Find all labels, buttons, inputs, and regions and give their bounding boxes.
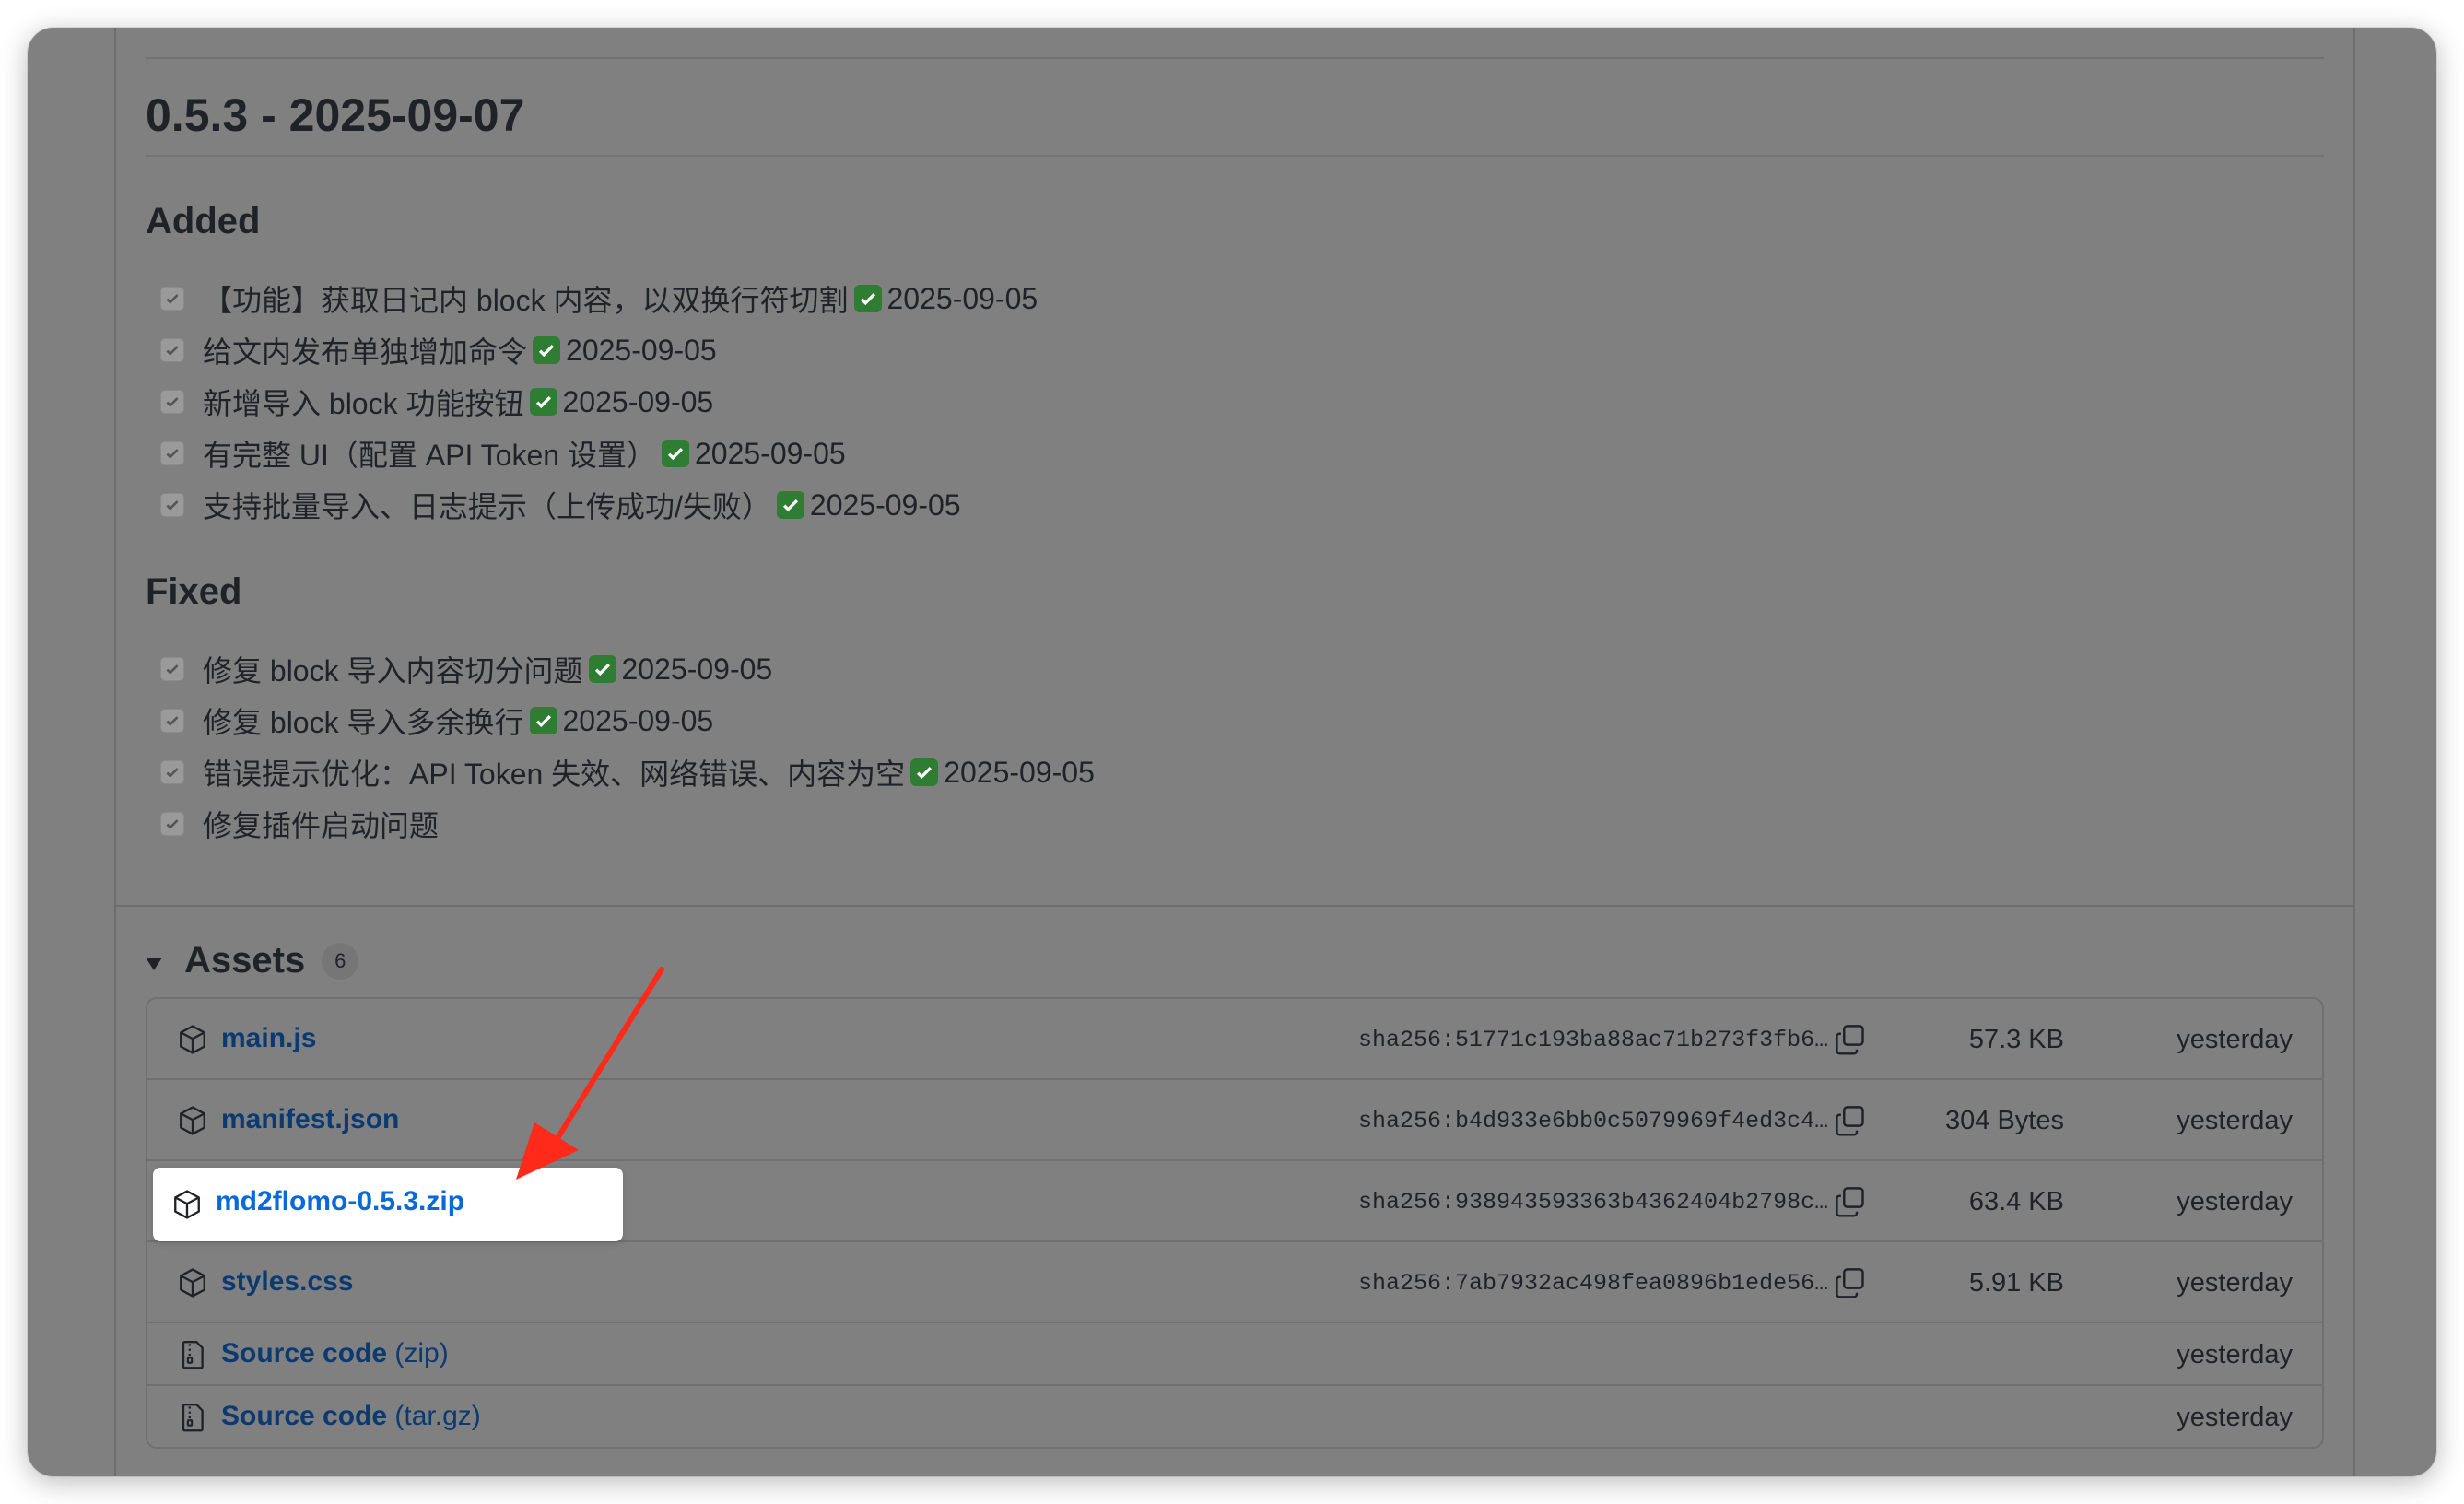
asset-link[interactable]: manifest.json [221, 1104, 399, 1135]
checkbox[interactable] [160, 760, 184, 784]
checkbox[interactable] [160, 493, 184, 517]
top-divider [146, 57, 2324, 59]
asset-link[interactable]: Source code (zip) [221, 1338, 449, 1369]
package-icon [180, 1106, 205, 1135]
copy-icon[interactable] [1834, 1104, 1867, 1137]
asset-link[interactable]: Source code (tar.gz) [221, 1401, 481, 1432]
package-icon [180, 1268, 205, 1298]
assets-toggle[interactable]: Assets 6 [146, 940, 359, 981]
task-date: 2025-09-05 [562, 703, 714, 737]
asset-row: Source code (tar.gz) yesterday [147, 1386, 2322, 1449]
task-date: 2025-09-05 [809, 488, 961, 522]
added-task-list: 【功能】获取日记内 block 内容，以双换行符切割 2025-09-05 给文… [160, 273, 1038, 531]
task-date: 2025-09-05 [694, 436, 846, 470]
asset-date: yesterday [2177, 1268, 2293, 1298]
asset-date: yesterday [2177, 1403, 2293, 1432]
release-version-heading: 0.5.3 - 2025-09-07 [146, 89, 525, 141]
task-text: 新增导入 block 功能按钮 [203, 387, 524, 420]
checkbox[interactable] [160, 812, 184, 836]
disclosure-triangle-icon [146, 957, 162, 970]
section-heading-fixed: Fixed [146, 571, 242, 612]
heading-divider [146, 155, 2324, 157]
copy-icon[interactable] [1834, 1185, 1867, 1218]
asset-size: 63.4 KB [1968, 1187, 2064, 1216]
checkbox[interactable] [160, 287, 184, 311]
package-icon [180, 1025, 205, 1054]
check-mark-icon [533, 336, 561, 364]
task-item: 修复插件启动问题 [160, 798, 1095, 850]
asset-link[interactable]: styles.css [221, 1266, 353, 1298]
asset-row: manifest.json sha256:b4d933e6bb0c5079969… [147, 1080, 2322, 1161]
task-item: 支持批量导入、日志提示（上传成功/失败） 2025-09-05 [160, 479, 1038, 531]
checkbox[interactable] [160, 657, 184, 681]
file-zip-icon [182, 1341, 204, 1369]
task-item: 修复 block 导入多余换行 2025-09-05 [160, 695, 1095, 746]
task-text: 修复 block 导入内容切分问题 [203, 654, 583, 687]
task-item: 修复 block 导入内容切分问题 2025-09-05 [160, 643, 1095, 695]
source-code-format: (zip) [394, 1338, 449, 1369]
asset-size: 304 Bytes [1945, 1106, 2064, 1135]
task-date: 2025-09-05 [886, 281, 1038, 315]
task-date: 2025-09-05 [566, 333, 717, 367]
source-code-label: Source code [221, 1338, 388, 1369]
source-code-label: Source code [221, 1401, 388, 1431]
fixed-task-list: 修复 block 导入内容切分问题 2025-09-05 修复 block 导入… [160, 643, 1095, 850]
asset-link-zip[interactable]: md2flomo-0.5.3.zip [216, 1186, 464, 1217]
source-code-format: (tar.gz) [394, 1401, 481, 1431]
asset-hash: sha256:51771c193ba88ac71b273f3fb6… [1358, 1027, 1829, 1053]
task-item: 给文内发布单独增加命令 2025-09-05 [160, 324, 1038, 376]
file-zip-icon [182, 1404, 204, 1432]
checkbox[interactable] [160, 338, 184, 362]
assets-title: Assets [184, 940, 306, 981]
task-item: 新增导入 block 功能按钮 2025-09-05 [160, 376, 1038, 428]
check-mark-icon [588, 655, 616, 683]
task-date: 2025-09-05 [944, 755, 1095, 789]
task-text: 修复 block 导入多余换行 [203, 706, 524, 739]
asset-date: yesterday [2177, 1025, 2293, 1054]
release-panel: 0.5.3 - 2025-09-07 Added 【功能】获取日记内 block… [114, 28, 2355, 1476]
checkbox[interactable] [160, 709, 184, 733]
task-item: 错误提示优化：API Token 失效、网络错误、内容为空 2025-09-05 [160, 746, 1095, 798]
asset-size: 57.3 KB [1968, 1025, 2064, 1054]
task-item: 有完整 UI（配置 API Token 设置） 2025-09-05 [160, 428, 1038, 479]
asset-row: main.js sha256:51771c193ba88ac71b273f3fb… [147, 999, 2322, 1080]
task-date: 2025-09-05 [621, 652, 773, 686]
task-item: 【功能】获取日记内 block 内容，以双换行符切割 2025-09-05 [160, 273, 1038, 324]
task-text: 有完整 UI（配置 API Token 设置） [203, 439, 656, 472]
check-mark-icon [661, 440, 689, 467]
asset-row: styles.css sha256:7ab7932ac498fea0896b1e… [147, 1242, 2322, 1323]
asset-date: yesterday [2177, 1106, 2293, 1135]
task-text: 错误提示优化：API Token 失效、网络错误、内容为空 [203, 758, 906, 791]
checkbox[interactable] [160, 390, 184, 414]
asset-row: Source code (zip) yesterday [147, 1323, 2322, 1386]
checkbox[interactable] [160, 441, 184, 465]
asset-date: yesterday [2177, 1340, 2293, 1369]
annotation-arrow-icon [516, 967, 664, 1180]
task-text: 【功能】获取日记内 block 内容，以双换行符切割 [203, 284, 849, 317]
browser-window: 0.5.3 - 2025-09-07 Added 【功能】获取日记内 block… [28, 28, 2436, 1476]
section-divider [116, 905, 2353, 907]
asset-hash: sha256:938943593363b4362404b2798c… [1358, 1189, 1829, 1216]
asset-size: 5.91 KB [1968, 1268, 2064, 1298]
package-icon [174, 1190, 200, 1219]
check-mark-icon [529, 707, 557, 734]
task-date: 2025-09-05 [562, 384, 714, 418]
section-heading-added: Added [146, 201, 261, 241]
asset-hash: sha256:7ab7932ac498fea0896b1ede56… [1358, 1270, 1829, 1297]
task-text: 给文内发布单独增加命令 [203, 335, 528, 369]
assets-count-badge: 6 [322, 942, 359, 980]
check-mark-icon [910, 758, 939, 786]
asset-date: yesterday [2177, 1187, 2293, 1216]
task-text: 修复插件启动问题 [203, 809, 440, 842]
copy-icon[interactable] [1834, 1023, 1867, 1056]
task-text: 支持批量导入、日志提示（上传成功/失败） [203, 490, 771, 523]
check-mark-icon [853, 285, 882, 312]
asset-hash: sha256:b4d933e6bb0c5079969f4ed3c4… [1358, 1108, 1829, 1134]
copy-icon[interactable] [1834, 1266, 1867, 1299]
check-mark-icon [529, 388, 557, 416]
check-mark-icon [776, 491, 804, 519]
asset-link[interactable]: main.js [221, 1023, 316, 1054]
